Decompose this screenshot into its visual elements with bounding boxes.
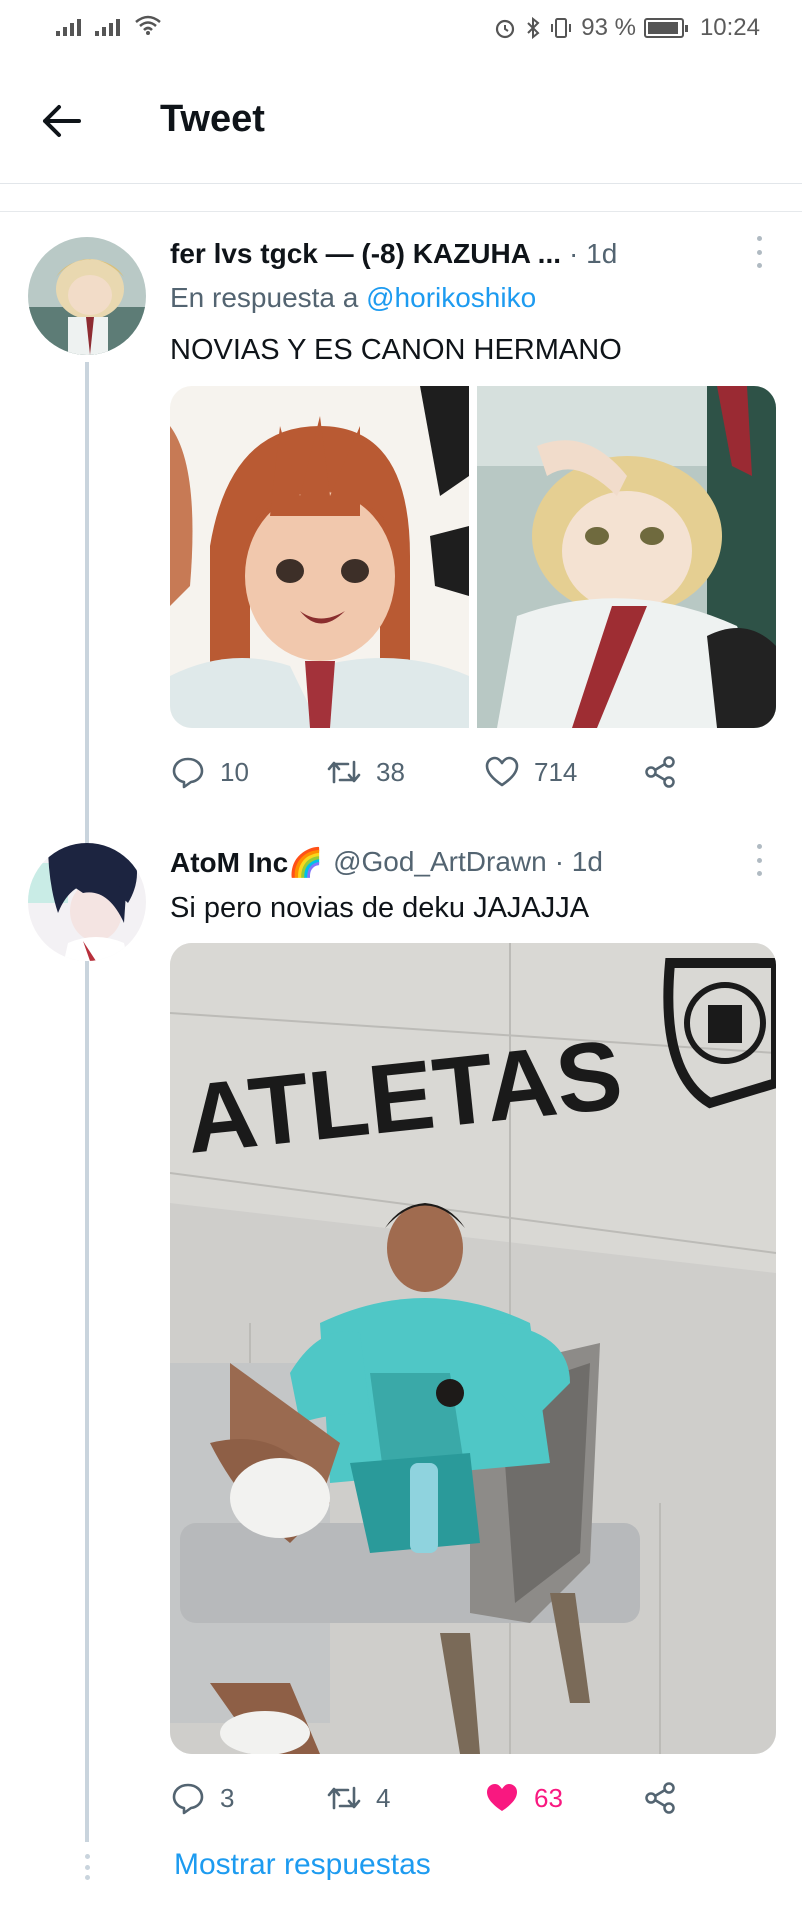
tweet-text: Si pero novias de deku JAJAJJA [170, 892, 590, 924]
tweet-time[interactable]: · 1d [569, 238, 617, 270]
like-icon [485, 756, 519, 787]
retweet-button[interactable]: 4 [326, 1776, 390, 1820]
reply-count: 10 [220, 756, 249, 787]
share-icon [645, 756, 675, 788]
retweet-icon [327, 760, 361, 784]
reply-button[interactable]: 10 [170, 750, 249, 794]
reply-count: 3 [220, 1782, 235, 1813]
tweet-media[interactable]: ATLETAS [170, 943, 776, 1754]
more-menu-button[interactable] [754, 236, 764, 268]
tweet[interactable]: fer lvs tgck — (-8) KAZUHA ... · 1d En r… [0, 0, 802, 1842]
like-button[interactable]: 63 [484, 1776, 563, 1820]
reply-mention-link[interactable]: @horikoshiko [366, 282, 536, 313]
reply-icon [172, 757, 204, 789]
like-button[interactable]: 714 [484, 750, 577, 794]
media-image[interactable]: ATLETAS [170, 943, 776, 1754]
tweet-text: NOVIAS Y ES CANON HERMANO [170, 334, 622, 366]
user-handle[interactable]: @God_ArtDrawn [333, 846, 547, 878]
retweet-icon [327, 1786, 361, 1810]
reply-context: En respuesta a @horikoshiko [170, 282, 536, 314]
share-button[interactable] [642, 750, 678, 794]
tweet-time[interactable]: · 1d [555, 846, 603, 878]
more-menu-button[interactable] [754, 844, 764, 876]
reply-button[interactable]: 3 [170, 1776, 234, 1820]
reply-icon [172, 1783, 204, 1815]
reply-prefix: En respuesta a [170, 282, 359, 313]
display-name[interactable]: AtoM Inc🌈 [170, 846, 323, 879]
share-icon [645, 1782, 675, 1814]
tweet-media-grid[interactable] [170, 386, 776, 728]
more-icon [756, 236, 762, 241]
show-replies-link[interactable]: Mostrar respuestas [174, 1848, 431, 1882]
avatar[interactable] [28, 843, 146, 961]
tweet-actions: 3 4 63 [170, 1776, 690, 1820]
retweet-count: 4 [376, 1782, 391, 1813]
retweet-count: 38 [376, 756, 405, 787]
tweet-header: fer lvs tgck — (-8) KAZUHA ... · 1d [170, 234, 772, 274]
share-button[interactable] [642, 1776, 678, 1820]
like-count: 63 [534, 1782, 563, 1813]
thread-line [85, 362, 89, 1842]
media-image-right[interactable] [477, 386, 776, 728]
more-icon [756, 844, 762, 849]
avatar[interactable] [28, 237, 146, 355]
tweet-actions: 10 38 714 [170, 750, 690, 794]
display-name[interactable]: fer lvs tgck — (-8) KAZUHA ... [170, 238, 561, 270]
like-icon [487, 1784, 517, 1811]
thread-continuation-dots [82, 1854, 92, 1880]
tweet-header: AtoM Inc🌈 @God_ArtDrawn · 1d [170, 842, 772, 882]
like-count: 714 [534, 756, 578, 787]
retweet-button[interactable]: 38 [326, 750, 405, 794]
media-image-left[interactable] [170, 386, 469, 728]
